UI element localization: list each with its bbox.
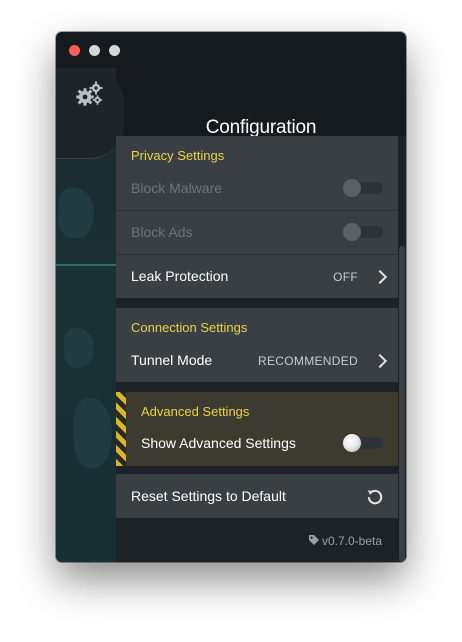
show-advanced-toggle[interactable] bbox=[343, 434, 383, 452]
maximize-window-button[interactable] bbox=[109, 45, 120, 56]
gears-icon[interactable] bbox=[74, 80, 104, 110]
leak-protection-row[interactable]: Leak Protection OFF bbox=[116, 255, 398, 298]
chevron-right-icon bbox=[372, 269, 388, 285]
map-landmass bbox=[74, 398, 112, 468]
version-label: v0.7.0-beta bbox=[321, 534, 382, 548]
advanced-section-title: Advanced Settings bbox=[141, 404, 250, 419]
connection-settings-card: Connection Settings Tunnel Mode RECOMMEN… bbox=[116, 308, 398, 382]
close-window-button[interactable] bbox=[69, 45, 80, 56]
tunnel-mode-label: Tunnel Mode bbox=[131, 352, 213, 368]
scrollbar[interactable] bbox=[398, 136, 406, 562]
chevron-right-icon bbox=[372, 353, 388, 369]
leak-protection-value: OFF bbox=[333, 270, 358, 284]
tag-icon bbox=[309, 535, 319, 545]
privacy-section-title: Privacy Settings bbox=[131, 148, 225, 163]
block-ads-toggle[interactable] bbox=[343, 223, 383, 241]
minimize-window-button[interactable] bbox=[89, 45, 100, 56]
tunnel-mode-row[interactable]: Tunnel Mode RECOMMENDED bbox=[116, 340, 398, 382]
map-landmass bbox=[58, 188, 94, 238]
map-route-line bbox=[56, 264, 116, 266]
reset-settings-button[interactable]: Reset Settings to Default bbox=[116, 474, 398, 518]
block-malware-label: Block Malware bbox=[131, 180, 223, 196]
reset-settings-label: Reset Settings to Default bbox=[131, 488, 286, 504]
hazard-stripe bbox=[116, 392, 126, 466]
scrollbar-thumb[interactable] bbox=[399, 246, 405, 562]
block-malware-toggle[interactable] bbox=[343, 179, 383, 197]
reset-icon[interactable] bbox=[366, 488, 384, 506]
connection-section-title: Connection Settings bbox=[131, 320, 248, 335]
block-ads-label: Block Ads bbox=[131, 224, 193, 240]
leak-protection-label: Leak Protection bbox=[131, 268, 229, 284]
tunnel-mode-value: RECOMMENDED bbox=[258, 354, 358, 368]
show-advanced-label: Show Advanced Settings bbox=[141, 435, 296, 451]
privacy-settings-card: Privacy Settings Block Malware Block Ads… bbox=[116, 136, 398, 298]
advanced-settings-card: Advanced Settings Show Advanced Settings bbox=[116, 392, 398, 466]
title-bar bbox=[56, 32, 406, 68]
map-landmass bbox=[64, 328, 94, 368]
divider bbox=[116, 210, 398, 211]
app-window: Configuration Privacy Settings Block Mal… bbox=[56, 32, 406, 562]
